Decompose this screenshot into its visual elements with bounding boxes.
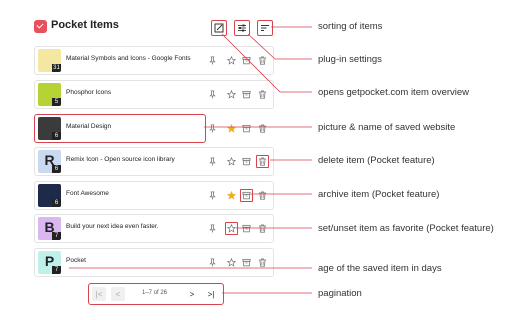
archive-icon[interactable] — [241, 156, 251, 166]
trash-icon[interactable] — [256, 155, 269, 168]
item-title[interactable]: Material Design — [66, 123, 111, 130]
website-thumbnail: P 7 — [38, 251, 61, 274]
next-page-button[interactable]: > — [185, 287, 199, 301]
favorite-star-icon[interactable] — [226, 190, 236, 200]
callout-settings: plug-in settings — [318, 54, 382, 65]
archive-icon[interactable] — [241, 257, 251, 267]
settings-button[interactable] — [234, 20, 250, 36]
page-range-text: 1–7 of 26 — [142, 290, 168, 296]
callout-pagination: pagination — [318, 288, 362, 299]
age-badge: 6 — [52, 199, 61, 207]
pin-icon[interactable] — [207, 89, 217, 99]
pin-icon[interactable] — [207, 190, 217, 200]
age-badge: 7 — [52, 266, 61, 274]
callout-overview: opens getpocket.com item overview — [318, 87, 470, 98]
first-page-button[interactable]: |< — [92, 287, 106, 301]
trash-icon[interactable] — [257, 123, 267, 133]
website-thumbnail: 31 — [38, 49, 61, 72]
trash-icon[interactable] — [257, 89, 267, 99]
age-badge: 7 — [52, 232, 61, 240]
callout-picture: picture & name of saved website — [318, 122, 456, 133]
favorite-star-icon[interactable] — [226, 89, 236, 99]
list-item[interactable]: 6 Material Design — [34, 114, 266, 143]
favorite-star-icon[interactable] — [226, 257, 236, 267]
callout-favorite: set/unset item as favorite (Pocket featu… — [318, 223, 494, 234]
pin-icon[interactable] — [207, 123, 217, 133]
item-title[interactable]: Phosphor Icons — [66, 89, 111, 96]
list-item[interactable]: P 7 Pocket — [34, 248, 274, 277]
item-title[interactable]: Font Awesome — [66, 190, 109, 197]
website-thumbnail: 6 — [38, 184, 61, 207]
item-title[interactable]: Remix Icon - Open source icon library — [66, 156, 175, 163]
page-title: Pocket Items — [51, 19, 119, 31]
callout-archive: archive item (Pocket feature) — [318, 189, 440, 200]
callout-sorting: sorting of items — [318, 21, 383, 32]
archive-icon[interactable] — [241, 123, 251, 133]
list-item[interactable]: R 6 Remix Icon - Open source icon librar… — [34, 147, 274, 176]
archive-icon[interactable] — [241, 223, 251, 233]
website-thumbnail: B 7 — [38, 217, 61, 240]
archive-icon[interactable] — [241, 55, 251, 65]
age-badge: 5 — [52, 98, 61, 106]
favorite-star-icon[interactable] — [226, 156, 236, 166]
favorite-star-icon[interactable] — [225, 222, 238, 235]
item-title[interactable]: Build your next idea even faster. — [66, 223, 159, 230]
website-thumbnail: 5 — [38, 83, 61, 106]
prev-page-button[interactable]: < — [111, 287, 125, 301]
favorite-star-icon[interactable] — [226, 123, 236, 133]
callout-age: age of the saved item in days — [318, 263, 442, 274]
age-badge: 6 — [52, 132, 61, 140]
website-thumbnail: R 6 — [38, 150, 61, 173]
pin-icon[interactable] — [207, 257, 217, 267]
trash-icon[interactable] — [257, 223, 267, 233]
external-edit-icon — [214, 23, 224, 33]
item-title[interactable]: Pocket — [66, 257, 86, 264]
pocket-logo-icon — [34, 20, 47, 33]
sort-button[interactable] — [257, 20, 273, 36]
open-overview-button[interactable] — [211, 20, 227, 36]
trash-icon[interactable] — [257, 190, 267, 200]
trash-icon[interactable] — [257, 257, 267, 267]
pin-icon[interactable] — [207, 55, 217, 65]
list-item[interactable]: B 7 Build your next idea even faster. — [34, 214, 274, 243]
pin-icon[interactable] — [207, 223, 217, 233]
age-badge: 31 — [52, 64, 61, 72]
pagination: |< < 1–7 of 26 > >| — [88, 283, 224, 305]
list-item[interactable]: 5 Phosphor Icons — [34, 80, 274, 109]
archive-icon[interactable] — [240, 189, 253, 202]
age-badge: 6 — [52, 165, 61, 173]
sort-icon — [261, 25, 269, 31]
archive-icon[interactable] — [241, 89, 251, 99]
item-title[interactable]: Material Symbols and Icons - Google Font… — [66, 55, 191, 62]
trash-icon[interactable] — [257, 55, 267, 65]
callout-delete: delete item (Pocket feature) — [318, 155, 435, 166]
website-thumbnail: 6 — [38, 117, 61, 140]
sliders-icon — [238, 24, 246, 32]
favorite-star-icon[interactable] — [226, 55, 236, 65]
list-item[interactable]: 6 Font Awesome — [34, 181, 274, 210]
pin-icon[interactable] — [207, 156, 217, 166]
last-page-button[interactable]: >| — [204, 287, 218, 301]
list-item[interactable]: 31 Material Symbols and Icons - Google F… — [34, 46, 274, 75]
